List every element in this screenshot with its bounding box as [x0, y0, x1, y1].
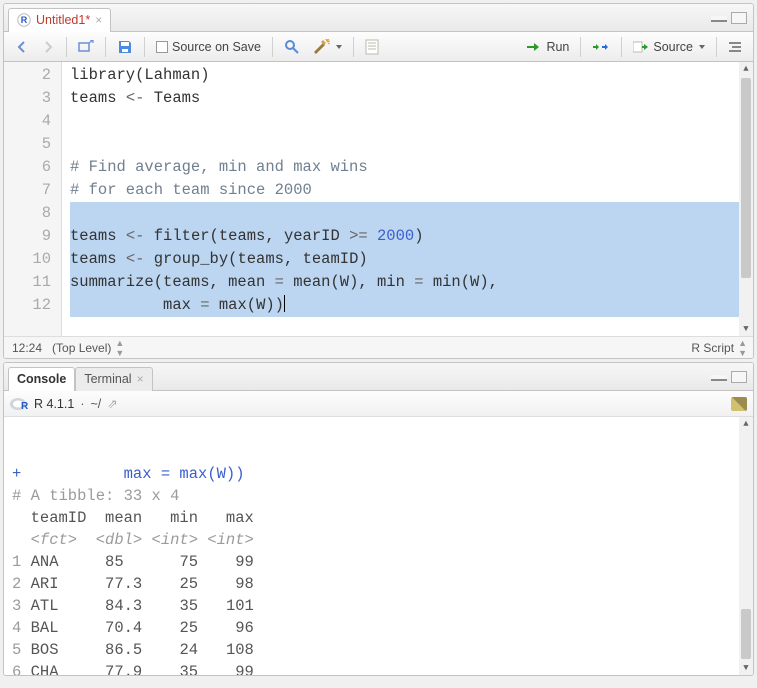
run-button[interactable]: Run: [521, 38, 574, 56]
console-line: <fct> <dbl> <int> <int>: [12, 529, 745, 551]
dropdown-caret-icon: [336, 45, 342, 49]
console-toolbar: R R 4.1.1 · ~/ ⇗: [4, 391, 753, 417]
code-line[interactable]: [70, 133, 753, 156]
scroll-down-icon[interactable]: ▼: [739, 322, 753, 336]
back-nav-button[interactable]: [10, 38, 34, 56]
file-tab-untitled1[interactable]: R Untitled1* ×: [8, 8, 111, 32]
forward-nav-button[interactable]: [36, 38, 60, 56]
console-line: 2 ARI 77.3 25 98: [12, 573, 745, 595]
vertical-scrollbar[interactable]: ▲ ▼: [739, 62, 753, 336]
close-tab-icon[interactable]: ×: [95, 13, 102, 27]
tab-terminal[interactable]: Terminal ×: [75, 367, 152, 391]
source-on-save-label: Source on Save: [172, 40, 261, 54]
svg-text:R: R: [21, 401, 28, 412]
console-pane: Console Terminal × R R 4.1.1 · ~/ ⇗ + ma…: [3, 362, 754, 676]
code-line[interactable]: # Find average, min and max wins: [70, 156, 753, 179]
console-line: # A tibble: 33 x 4: [12, 485, 745, 507]
tab-console[interactable]: Console: [8, 367, 75, 391]
maximize-pane-icon[interactable]: [731, 12, 747, 24]
line-number-gutter: 23456789101112: [4, 62, 62, 336]
r-file-icon: R: [17, 13, 31, 27]
outline-button[interactable]: [723, 39, 747, 55]
code-line[interactable]: [70, 202, 753, 225]
rerun-button[interactable]: [587, 39, 615, 55]
code-line[interactable]: teams <- group_by(teams, teamID): [70, 248, 753, 271]
dot-separator: ·: [80, 397, 84, 411]
wd-popup-icon[interactable]: ⇗: [107, 396, 117, 411]
code-line[interactable]: summarize(teams, mean = mean(W), min = m…: [70, 271, 753, 294]
updown-icon[interactable]: ▲▼: [115, 338, 122, 358]
r-version-label: R 4.1.1: [34, 397, 74, 411]
code-line[interactable]: # for each team since 2000: [70, 179, 753, 202]
console-output[interactable]: + max = max(W))# A tibble: 33 x 4 teamID…: [4, 417, 753, 675]
r-logo-icon: R: [10, 396, 28, 412]
find-replace-button[interactable]: [279, 37, 305, 57]
scroll-up-icon[interactable]: ▲: [739, 417, 753, 431]
source-on-save-toggle[interactable]: Source on Save: [151, 38, 266, 56]
separator: [66, 37, 67, 57]
clear-console-icon[interactable]: [731, 397, 747, 411]
svg-text:R: R: [21, 15, 28, 25]
code-line[interactable]: teams <- Teams: [70, 87, 753, 110]
code-area[interactable]: library(Lahman)teams <- Teams # Find ave…: [62, 62, 753, 336]
code-line[interactable]: library(Lahman): [70, 64, 753, 87]
minimize-pane-icon[interactable]: [711, 16, 727, 22]
console-line: 5 BOS 86.5 24 108: [12, 639, 745, 661]
scroll-up-icon[interactable]: ▲: [739, 62, 753, 76]
separator: [144, 37, 145, 57]
scroll-down-icon[interactable]: ▼: [739, 661, 753, 675]
separator: [621, 37, 622, 57]
show-in-new-window-button[interactable]: [73, 38, 99, 56]
source-button[interactable]: Source: [628, 38, 710, 56]
code-line[interactable]: max = max(W)): [70, 294, 753, 317]
updown-icon[interactable]: ▲▼: [738, 338, 745, 358]
console-line: + max = max(W)): [12, 463, 745, 485]
scope-selector[interactable]: (Top Level): [52, 341, 111, 355]
vertical-scrollbar[interactable]: ▲ ▼: [739, 417, 753, 675]
compile-report-button[interactable]: [360, 37, 384, 57]
dropdown-caret-icon: [699, 45, 705, 49]
code-line[interactable]: teams <- filter(teams, yearID >= 2000): [70, 225, 753, 248]
close-tab-icon[interactable]: ×: [137, 372, 144, 386]
console-tab-label: Console: [17, 372, 66, 386]
cursor-position: 12:24: [12, 341, 42, 355]
minimize-pane-icon[interactable]: [711, 375, 727, 381]
code-line[interactable]: [70, 110, 753, 133]
language-mode[interactable]: R Script: [691, 341, 734, 355]
source-statusbar: 12:24 (Top Level) ▲▼ R Script ▲▼: [4, 336, 753, 358]
source-button-label: Source: [653, 40, 693, 54]
terminal-tab-label: Terminal: [84, 372, 131, 386]
separator: [105, 37, 106, 57]
run-button-label: Run: [546, 40, 569, 54]
pane-window-controls: [711, 371, 747, 383]
separator: [716, 37, 717, 57]
source-toolbar: Source on Save Run Source: [4, 32, 753, 62]
scrollbar-thumb[interactable]: [741, 78, 751, 278]
console-line: 6 CHA 77.9 35 99: [12, 661, 745, 675]
source-pane: R Untitled1* × Source on Save: [3, 3, 754, 359]
maximize-pane-icon[interactable]: [731, 371, 747, 383]
code-tools-button[interactable]: [307, 37, 347, 57]
scrollbar-thumb[interactable]: [741, 609, 751, 659]
console-tabstrip: Console Terminal ×: [4, 363, 753, 391]
separator: [272, 37, 273, 57]
file-tab-label: Untitled1*: [36, 13, 90, 27]
working-directory[interactable]: ~/: [90, 397, 101, 411]
separator: [353, 37, 354, 57]
pane-window-controls: [711, 12, 747, 24]
console-line: teamID mean min max: [12, 507, 745, 529]
separator: [580, 37, 581, 57]
console-line: 3 ATL 84.3 35 101: [12, 595, 745, 617]
console-line: 4 BAL 70.4 25 96: [12, 617, 745, 639]
source-tabstrip: R Untitled1* ×: [4, 4, 753, 32]
save-button[interactable]: [112, 37, 138, 57]
console-line: 1 ANA 85 75 99: [12, 551, 745, 573]
source-on-save-checkbox[interactable]: [156, 41, 168, 53]
source-editor[interactable]: 23456789101112 library(Lahman)teams <- T…: [4, 62, 753, 336]
